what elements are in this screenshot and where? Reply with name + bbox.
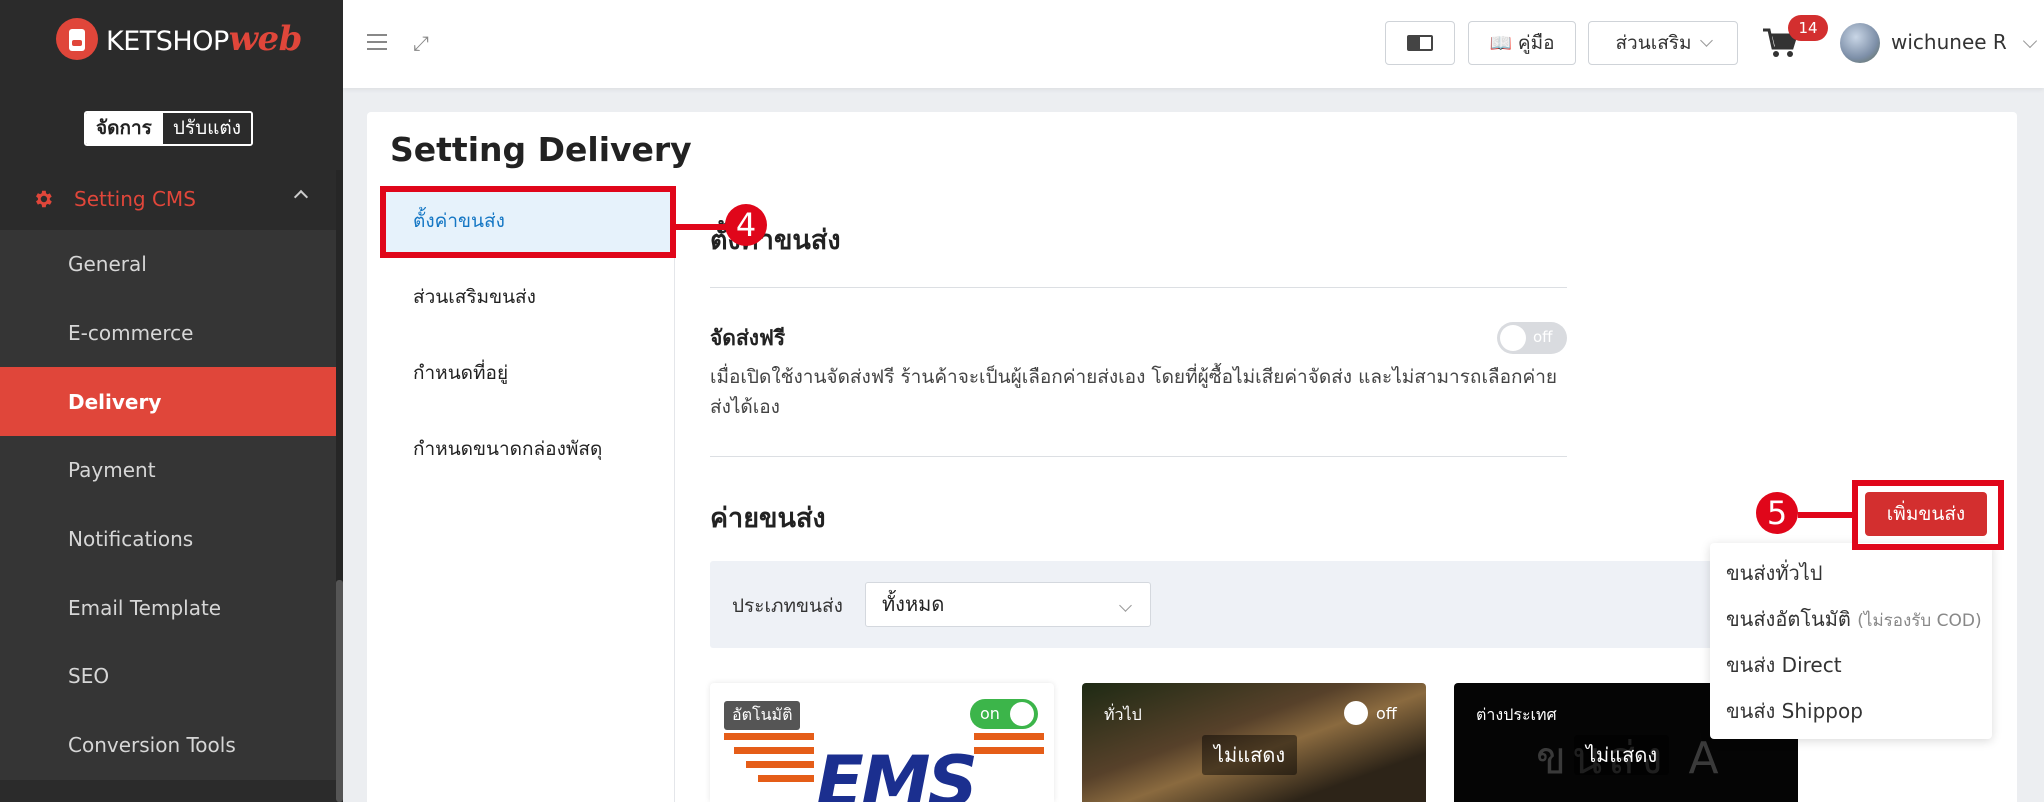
ems-logo-text: EMS xyxy=(816,741,978,802)
toggle-knob xyxy=(1344,701,1368,725)
carrier-type-select[interactable]: ทั้งหมด xyxy=(865,582,1151,627)
setting-cms-section[interactable]: Setting CMS xyxy=(0,168,343,230)
setting-cms-label: Setting CMS xyxy=(74,187,196,211)
mode-toggle: จัดการ ปรับแต่ง xyxy=(84,111,254,146)
dropdown-item-direct[interactable]: ขนส่ง Direct xyxy=(1726,649,1842,681)
menu-collapse-icon[interactable] xyxy=(367,34,387,52)
annotation-connector xyxy=(674,224,730,230)
carrier-filter-bar: ประเภทขนส่ง ทั้งหมด xyxy=(710,561,1770,648)
toggle-knob xyxy=(1010,702,1034,726)
sidebar-item-seo[interactable]: SEO xyxy=(0,642,336,711)
carrier-type-tag: ต่างประเทศ xyxy=(1476,705,1557,724)
page-title: Setting Delivery xyxy=(390,130,692,169)
divider xyxy=(710,456,1567,457)
toggle-state: off xyxy=(1376,703,1397,723)
hidden-status-label: ไม่แสดง xyxy=(1574,735,1670,775)
free-shipping-description: เมื่อเปิดใช้งานจัดส่งฟรี ร้านค้าจะเป็นผู… xyxy=(710,366,1558,418)
annotation-connector xyxy=(1798,512,1854,518)
sidebar-item-general[interactable]: General xyxy=(0,230,336,299)
toggle-state: off xyxy=(1533,328,1553,346)
chevron-down-icon xyxy=(1119,599,1132,612)
carrier-toggle[interactable]: on xyxy=(970,699,1038,729)
user-chevron-down-icon[interactable] xyxy=(2022,33,2038,49)
sidebar-item-conversion-tools[interactable]: Conversion Tools xyxy=(0,710,336,780)
sidebar-item-delivery[interactable]: Delivery xyxy=(0,367,336,437)
carrier-type-tag: ทั่วไป xyxy=(1104,705,1142,724)
sidebar: KETSHOPweb จัดการ ปรับแต่ง Setting CMS G… xyxy=(0,0,343,802)
carrier-type-tag: อัตโนมัติ xyxy=(724,701,801,730)
ketshop-logo[interactable]: KETSHOPweb xyxy=(56,18,302,60)
user-avatar[interactable] xyxy=(1840,23,1880,63)
sidebar-item-payment[interactable]: Payment xyxy=(0,436,336,505)
carrier-card-ems[interactable]: EMS อัตโนมัติ on xyxy=(710,683,1054,802)
free-shipping-toggle[interactable]: off xyxy=(1497,322,1567,354)
annotation-highlight-add-button xyxy=(1852,480,2004,550)
sidebar-item-ecommerce[interactable]: E-commerce xyxy=(0,298,336,368)
subnav-box-size[interactable]: กำหนดขนาดกล่องพัสดุ xyxy=(380,414,675,483)
subnav-shipping-extras[interactable]: ส่วนเสริมขนส่ง xyxy=(380,262,675,331)
carrier-card-general[interactable]: ทั่วไป off ไม่แสดง xyxy=(1082,683,1426,802)
logo-icon xyxy=(56,18,98,60)
annotation-step-5: 5 xyxy=(1756,492,1798,534)
carrier-type-value: ทั้งหมด xyxy=(882,592,945,616)
divider xyxy=(710,287,1567,288)
top-bar: ⤢ 📖 คู่มือ ส่วนเสริม 14 wichunee R xyxy=(343,0,2044,88)
extras-label: ส่วนเสริม xyxy=(1615,32,1692,54)
delivery-subnav: ตั้งค่าขนส่ง ส่วนเสริมขนส่ง กำหนดที่อยู่… xyxy=(380,186,675,802)
translate-icon xyxy=(1407,35,1433,51)
mode-manage-button[interactable]: จัดการ xyxy=(86,113,162,144)
hidden-status-label: ไม่แสดง xyxy=(1202,735,1298,775)
chevron-down-icon xyxy=(1699,33,1713,47)
gear-icon xyxy=(36,190,52,208)
chevron-up-icon xyxy=(293,189,309,205)
guide-button[interactable]: 📖 คู่มือ xyxy=(1468,21,1576,65)
annotation-highlight-subnav xyxy=(380,186,676,258)
toggle-state: on xyxy=(980,704,1000,723)
carrier-type-label: ประเภทขนส่ง xyxy=(732,595,843,617)
cart-count-badge: 14 xyxy=(1788,15,1828,41)
user-name[interactable]: wichunee R xyxy=(1891,30,2007,54)
subnav-address[interactable]: กำหนดที่อยู่ xyxy=(380,338,675,407)
translate-button[interactable] xyxy=(1385,21,1455,65)
dropdown-item-general[interactable]: ขนส่งทั่วไป xyxy=(1726,557,1822,589)
annotation-step-4: 4 xyxy=(725,204,767,246)
sidebar-item-notifications[interactable]: Notifications xyxy=(0,504,336,574)
sidebar-item-email-template[interactable]: Email Template xyxy=(0,573,336,643)
mode-customize-button[interactable]: ปรับแต่ง xyxy=(161,113,252,144)
dropdown-item-shippop[interactable]: ขนส่ง Shippop xyxy=(1726,695,1863,727)
guide-label: คู่มือ xyxy=(1517,32,1555,54)
carriers-title: ค่ายขนส่ง xyxy=(710,503,826,534)
book-icon: 📖 xyxy=(1489,32,1512,54)
sidebar-menu: General E-commerce Delivery Payment Noti… xyxy=(0,230,336,780)
free-shipping-title: จัดส่งฟรี xyxy=(710,326,786,350)
sidebar-scroll-thumb[interactable] xyxy=(336,580,343,802)
toggle-knob xyxy=(1500,325,1526,351)
fullscreen-icon[interactable]: ⤢ xyxy=(413,33,433,53)
carrier-toggle[interactable]: off xyxy=(1344,701,1397,725)
add-carrier-dropdown: ขนส่งทั่วไป ขนส่งอัตโนมัติ (ไม่รองรับ CO… xyxy=(1710,543,1992,739)
logo-text: KETSHOPweb xyxy=(106,19,302,59)
dropdown-item-automatic[interactable]: ขนส่งอัตโนมัติ (ไม่รองรับ COD) xyxy=(1726,603,1982,635)
extras-dropdown[interactable]: ส่วนเสริม xyxy=(1588,21,1738,65)
